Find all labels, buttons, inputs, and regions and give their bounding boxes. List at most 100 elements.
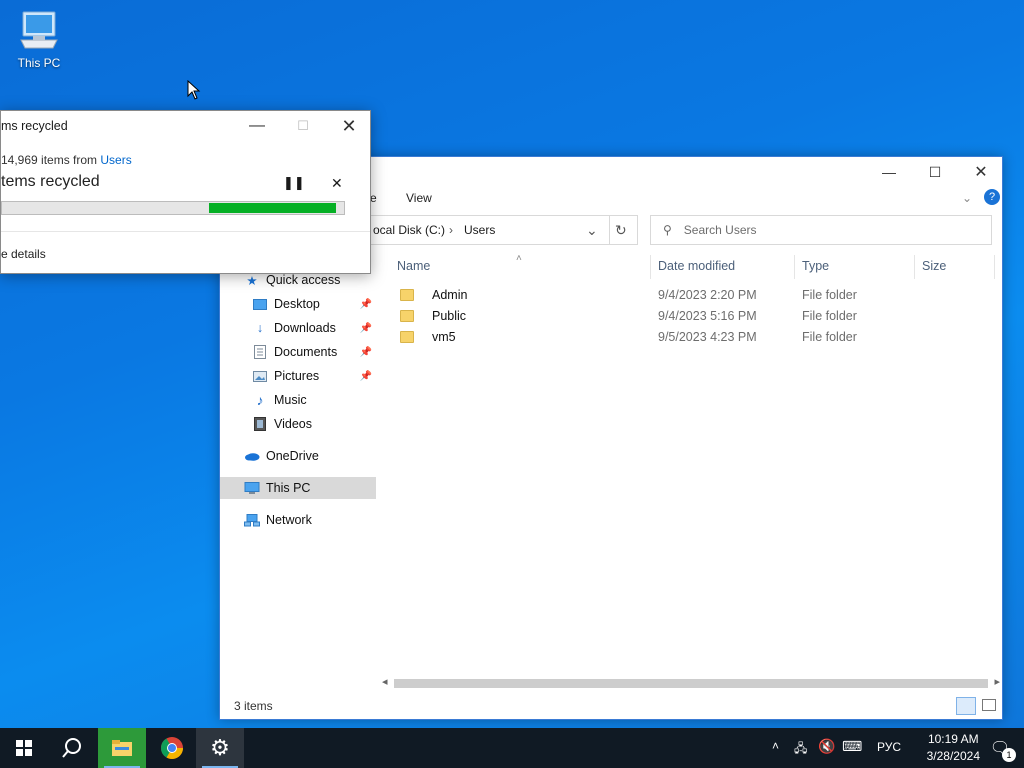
nav-item-documents[interactable]: Documents 📌 bbox=[220, 341, 376, 363]
status-bar: 3 items bbox=[220, 693, 1002, 719]
nav-item-pictures[interactable]: Pictures 📌 bbox=[220, 365, 376, 387]
table-row[interactable]: Admin 9/4/2023 2:20 PM File folder bbox=[400, 284, 1000, 305]
nav-label: Videos bbox=[274, 417, 312, 431]
music-note-icon: ♪ bbox=[256, 392, 264, 408]
folder-icon bbox=[400, 288, 414, 301]
taskbar-file-explorer[interactable] bbox=[98, 728, 146, 768]
table-row[interactable]: Public 9/4/2023 5:16 PM File folder bbox=[400, 305, 1000, 326]
column-separator[interactable] bbox=[650, 255, 651, 279]
desktop-icon-label: This PC bbox=[17, 56, 61, 70]
taskbar: ⚙ ˄ 🖧 🔇 ⌨ РУС 10:19 AM 3/28/2024 🗨 1 bbox=[0, 728, 1024, 768]
column-header-date[interactable]: Date modified bbox=[658, 259, 735, 273]
nav-network[interactable]: Network bbox=[220, 509, 376, 531]
folder-icon bbox=[112, 740, 132, 756]
address-dropdown-icon[interactable]: ⌄ bbox=[586, 222, 598, 239]
nav-label: Pictures bbox=[274, 369, 320, 383]
mouse-cursor-icon bbox=[187, 80, 201, 100]
chevron-down-icon[interactable]: ⌄ bbox=[962, 191, 972, 205]
dialog-status: tems recycled bbox=[1, 173, 100, 190]
dialog-divider bbox=[1, 231, 370, 232]
start-button[interactable] bbox=[0, 728, 48, 768]
column-header-type[interactable]: Type bbox=[802, 259, 829, 273]
nav-onedrive[interactable]: OneDrive bbox=[220, 445, 376, 467]
details-view-icon[interactable] bbox=[956, 697, 976, 715]
navigation-pane: ★ Quick access Desktop 📌 ↓ Downloads 📌 D… bbox=[220, 267, 376, 691]
scroll-right-icon[interactable]: ▸ bbox=[994, 675, 1000, 688]
desktop-folder-icon bbox=[252, 296, 268, 312]
nav-item-music[interactable]: ♪ Music bbox=[220, 389, 376, 411]
search-input[interactable]: ⚲ Search Users bbox=[650, 215, 992, 245]
chrome-icon bbox=[161, 737, 183, 759]
show-hidden-icons-chevron[interactable]: ˄ bbox=[772, 739, 779, 753]
row-name: Public bbox=[432, 308, 467, 323]
nav-item-downloads[interactable]: ↓ Downloads 📌 bbox=[220, 317, 376, 339]
cancel-operation-button[interactable]: ✕ bbox=[331, 175, 343, 192]
file-list: Name ˄ Date modified Type Size Admin 9/4… bbox=[386, 253, 1002, 691]
nav-label: Desktop bbox=[274, 297, 320, 311]
help-icon[interactable]: ? bbox=[984, 189, 1000, 205]
gear-icon: ⚙ bbox=[210, 735, 230, 760]
nav-label: Music bbox=[274, 393, 307, 407]
dialog-title: ms recycled bbox=[1, 119, 68, 133]
breadcrumb-local-disk[interactable]: ocal Disk (C:) bbox=[373, 223, 445, 237]
desktop-icon-this-pc[interactable]: This PC bbox=[12, 10, 66, 76]
nav-label: Network bbox=[266, 513, 312, 527]
notification-center-button[interactable]: 🗨 1 bbox=[980, 728, 1020, 768]
maximize-button[interactable]: ☐ bbox=[912, 157, 958, 187]
cloud-icon bbox=[244, 448, 260, 464]
keyboard-icon[interactable]: ⌨ bbox=[842, 738, 862, 755]
nav-this-pc[interactable]: This PC bbox=[220, 477, 376, 499]
row-name: Admin bbox=[432, 287, 468, 302]
pin-icon: 📌 bbox=[359, 370, 372, 382]
taskbar-chrome[interactable] bbox=[148, 728, 196, 768]
clock[interactable]: 10:19 AM 3/28/2024 bbox=[927, 731, 980, 765]
recycle-progress-dialog[interactable]: ms recycled — ☐ ✕ 14,969 items from User… bbox=[0, 110, 371, 274]
horizontal-scrollbar[interactable]: ◂ ▸ bbox=[380, 675, 1002, 691]
clock-date: 3/28/2024 bbox=[926, 749, 980, 763]
breadcrumb-users[interactable]: Users bbox=[464, 223, 495, 237]
subtitle-text: 14,969 items from bbox=[1, 153, 101, 167]
more-details-toggle[interactable]: e details bbox=[1, 247, 46, 261]
document-icon bbox=[252, 344, 268, 360]
column-header-size[interactable]: Size bbox=[922, 259, 946, 273]
pin-icon: 📌 bbox=[359, 346, 372, 358]
source-link[interactable]: Users bbox=[100, 153, 131, 167]
column-header-name[interactable]: Name bbox=[397, 259, 430, 273]
refresh-icon[interactable]: ↻ bbox=[615, 222, 627, 239]
row-date: 9/5/2023 4:23 PM bbox=[658, 329, 757, 344]
dialog-minimize-button[interactable]: — bbox=[234, 111, 280, 141]
dialog-maximize-button: ☐ bbox=[297, 118, 309, 133]
close-button[interactable]: ✕ bbox=[958, 157, 1004, 187]
dialog-subtitle: 14,969 items from Users bbox=[1, 153, 132, 167]
search-placeholder: Search Users bbox=[683, 223, 757, 237]
row-name: vm5 bbox=[432, 329, 456, 344]
table-row[interactable]: vm5 9/5/2023 4:23 PM File folder bbox=[400, 326, 1000, 347]
tab-view[interactable]: View bbox=[406, 191, 432, 205]
tab-share[interactable]: e bbox=[370, 191, 377, 205]
folder-icon bbox=[400, 330, 414, 343]
nav-item-videos[interactable]: Videos bbox=[220, 413, 376, 435]
column-separator[interactable] bbox=[794, 255, 795, 279]
scrollbar-thumb[interactable] bbox=[394, 679, 988, 688]
pause-button[interactable]: ❚❚ bbox=[283, 175, 305, 191]
taskbar-settings[interactable]: ⚙ bbox=[196, 728, 244, 768]
dialog-close-button[interactable]: ✕ bbox=[326, 111, 372, 141]
item-count: 3 items bbox=[234, 699, 273, 713]
column-separator[interactable] bbox=[914, 255, 915, 279]
progress-fill bbox=[209, 203, 336, 213]
column-separator[interactable] bbox=[994, 255, 995, 279]
nav-label: Downloads bbox=[274, 321, 336, 335]
search-taskbar-button[interactable] bbox=[48, 728, 96, 768]
notification-count-badge: 1 bbox=[1002, 748, 1016, 762]
scroll-left-icon[interactable]: ◂ bbox=[382, 675, 388, 688]
breadcrumb-chevron-icon: › bbox=[449, 223, 453, 237]
minimize-button[interactable]: — bbox=[866, 157, 912, 187]
language-indicator[interactable]: РУС bbox=[877, 740, 901, 754]
pin-icon: 📌 bbox=[359, 298, 372, 310]
progress-bar bbox=[1, 201, 345, 215]
nav-item-desktop[interactable]: Desktop 📌 bbox=[220, 293, 376, 315]
large-icons-view-icon[interactable] bbox=[982, 699, 996, 711]
volume-muted-icon[interactable]: 🔇 bbox=[818, 738, 835, 755]
network-tray-icon[interactable]: 🖧 bbox=[794, 739, 807, 760]
row-type: File folder bbox=[802, 287, 857, 302]
